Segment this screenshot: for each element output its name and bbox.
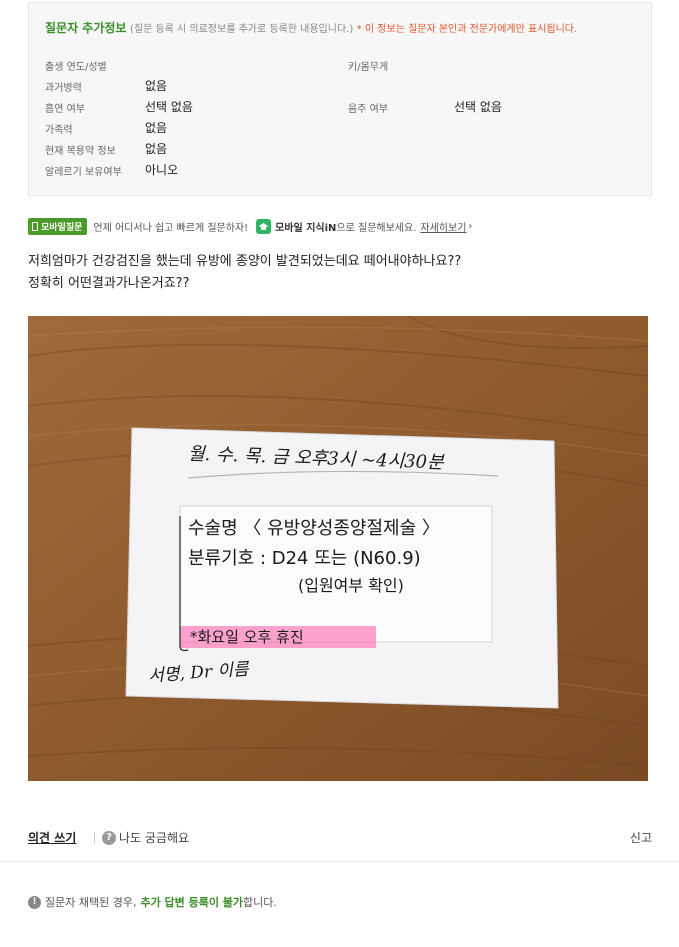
- section-divider: [0, 861, 679, 862]
- smoking-label: 흡연 여부: [45, 104, 85, 115]
- phone-icon: [32, 221, 38, 231]
- question-mark-icon: ?: [102, 830, 116, 845]
- mobile-promo: 모바일질문 언제 어디서나 쉽고 빠르게 질문하자! 모바일 지식iN 으로 질…: [28, 217, 472, 235]
- photo-classification: 분류기호 : D24 또는 (N60.9): [188, 548, 421, 569]
- mobile-question-badge: 모바일질문: [28, 217, 88, 235]
- notice-prefix: 질문자 채택된 경우,: [45, 896, 137, 909]
- info-header: 질문자 추가정보 (질문 등록 시 의료정보를 추가로 등록한 내용입니다.) …: [45, 19, 577, 36]
- allergy-value: 아니오: [145, 163, 179, 177]
- chevron-right-icon: ›: [468, 220, 473, 232]
- badge-label: 모바일질문: [41, 222, 83, 233]
- drinking-value: 선택 없음: [454, 100, 502, 114]
- info-title: 질문자 추가정보: [45, 21, 127, 35]
- kin-service-name: 모바일 지식iN: [275, 222, 337, 234]
- family-history-label: 가족력: [45, 125, 73, 136]
- divider: [94, 832, 95, 844]
- question-photo[interactable]: 월. 수. 목. 금 오후3시 ~4시30분 수술명 〈 유방양성종양절제술 〉…: [28, 316, 648, 781]
- info-description: (질문 등록 시 의료정보를 추가로 등록한 내용입니다.): [129, 24, 354, 35]
- smoking-value: 선택 없음: [145, 100, 193, 114]
- photo-surgery-name: 수술명 〈 유방양성종양절제술 〉: [188, 518, 440, 539]
- kin-logo-icon: [256, 218, 272, 234]
- photo-tuesday-closed: *화요일 오후 휴진: [190, 628, 304, 646]
- drinking-label: 음주 여부: [348, 104, 388, 115]
- question-line-2: 정확히 어떤결과가나온거죠??: [28, 276, 190, 291]
- birth-gender-label: 출생 연도/성별: [45, 62, 107, 73]
- write-opinion-button[interactable]: 의견 쓰기: [28, 829, 76, 846]
- family-history-value: 없음: [145, 121, 168, 135]
- me-too-curious-button[interactable]: ? 나도 궁금해요: [102, 829, 189, 846]
- medication-value: 없음: [145, 142, 168, 156]
- notice-suffix: 합니다.: [243, 896, 277, 909]
- notice-highlight: 추가 답변 등록이 불가: [140, 896, 244, 909]
- info-icon: !: [28, 895, 41, 909]
- me-too-label: 나도 궁금해요: [119, 831, 190, 845]
- info-warning: * 이 정보는 질문자 본인과 전문가에게만 표시됩니다.: [356, 24, 578, 35]
- promo-text: 언제 어디서나 쉽고 빠르게 질문하자!: [93, 222, 249, 234]
- details-link[interactable]: 자세히보기: [420, 219, 466, 234]
- past-history-label: 과거병력: [45, 83, 82, 94]
- height-weight-label: 키/몸무게: [348, 62, 389, 73]
- past-history-value: 없음: [145, 79, 168, 93]
- question-body: 저희엄마가 건강검진을 했는데 유방에 종양이 발견되었는데요 떼어내야하나요?…: [28, 251, 461, 295]
- report-button[interactable]: 신고: [630, 829, 652, 846]
- photo-admission-check: (입원여부 확인): [298, 576, 404, 595]
- allergy-label: 알레르기 보유여부: [45, 167, 122, 178]
- answer-notice: ! 질문자 채택된 경우, 추가 답변 등록이 불가 합니다.: [28, 894, 277, 910]
- promo-suffix: 으로 질문해보세요.: [336, 222, 417, 234]
- answer-action-bar: 의견 쓰기 ? 나도 궁금해요 신고: [28, 829, 652, 849]
- extra-info-panel: 질문자 추가정보 (질문 등록 시 의료정보를 추가로 등록한 내용입니다.) …: [28, 2, 652, 196]
- question-line-1: 저희엄마가 건강검진을 했는데 유방에 종양이 발견되었는데요 떼어내야하나요?…: [28, 254, 462, 269]
- medication-label: 현재 복용약 정보: [45, 146, 116, 157]
